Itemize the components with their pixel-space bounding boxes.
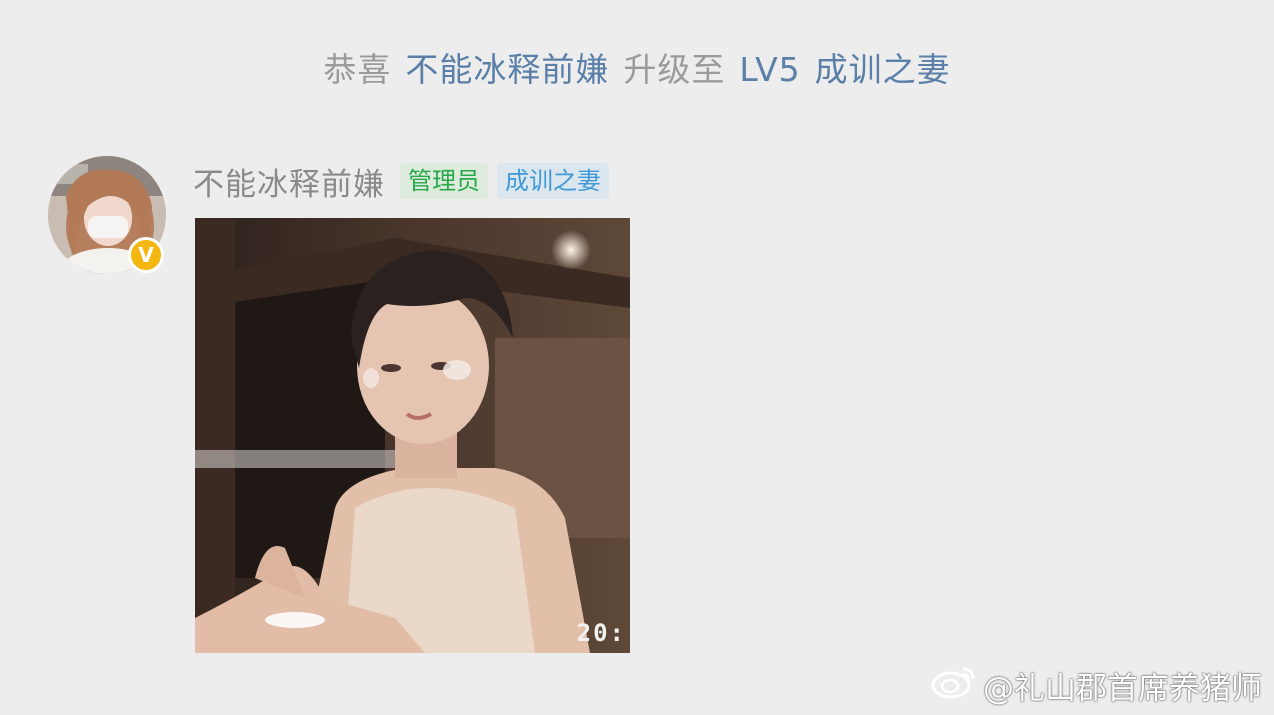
notice-middle: 升级至 bbox=[623, 50, 726, 89]
level-up-notice: 恭喜 不能冰释前嫌 升级至 LV5 成训之妻 bbox=[0, 46, 1274, 94]
notice-level: LV5 bbox=[739, 50, 801, 89]
watermark: @礼山郡首席养猪师 bbox=[931, 663, 1262, 707]
verified-badge-icon: V bbox=[128, 237, 164, 273]
message-image[interactable]: 20: bbox=[195, 218, 630, 653]
weibo-icon bbox=[931, 663, 977, 707]
username[interactable]: 不能冰释前嫌 bbox=[193, 159, 385, 204]
notice-prefix: 恭喜 bbox=[323, 50, 392, 89]
watermark-text: @礼山郡首席养猪师 bbox=[983, 670, 1262, 707]
message-header: 不能冰释前嫌 管理员 成训之妻 bbox=[193, 159, 618, 204]
image-timestamp: 20: bbox=[576, 619, 626, 647]
notice-rank: 成训之妻 bbox=[814, 50, 951, 89]
role-tag: 管理员 bbox=[400, 163, 488, 199]
photo-content bbox=[195, 218, 630, 653]
rank-tag: 成训之妻 bbox=[497, 163, 609, 199]
notice-username[interactable]: 不能冰释前嫌 bbox=[405, 50, 609, 89]
